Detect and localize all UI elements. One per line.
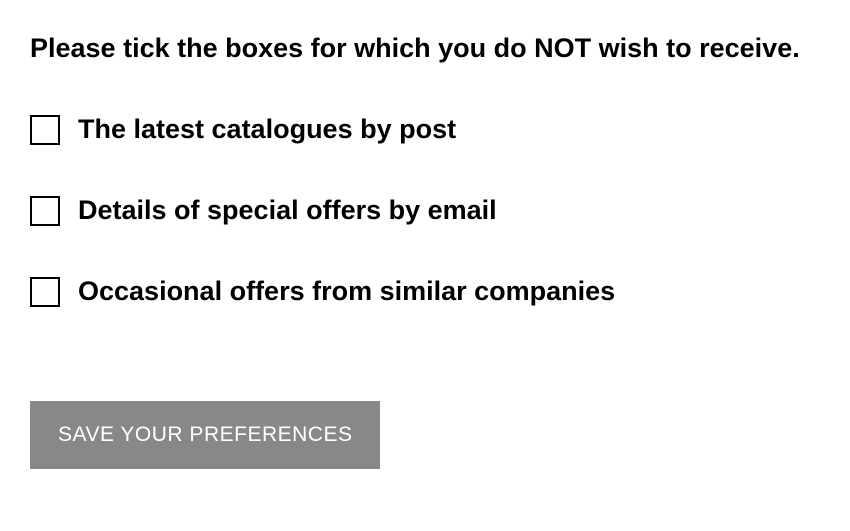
checkbox-label-catalogues[interactable]: The latest catalogues by post	[78, 114, 456, 145]
checkbox-item-catalogues: The latest catalogues by post	[30, 114, 820, 145]
checkbox-occasional-offers[interactable]	[30, 277, 60, 307]
checkbox-item-occasional-offers: Occasional offers from similar companies	[30, 276, 820, 307]
checkbox-special-offers[interactable]	[30, 196, 60, 226]
checkbox-item-special-offers: Details of special offers by email	[30, 195, 820, 226]
save-preferences-button[interactable]: SAVE YOUR PREFERENCES	[30, 401, 380, 469]
checkbox-catalogues[interactable]	[30, 115, 60, 145]
checkbox-group: The latest catalogues by post Details of…	[30, 114, 820, 307]
checkbox-label-occasional-offers[interactable]: Occasional offers from similar companies	[78, 276, 615, 307]
preferences-heading: Please tick the boxes for which you do N…	[30, 30, 810, 66]
checkbox-label-special-offers[interactable]: Details of special offers by email	[78, 195, 497, 226]
